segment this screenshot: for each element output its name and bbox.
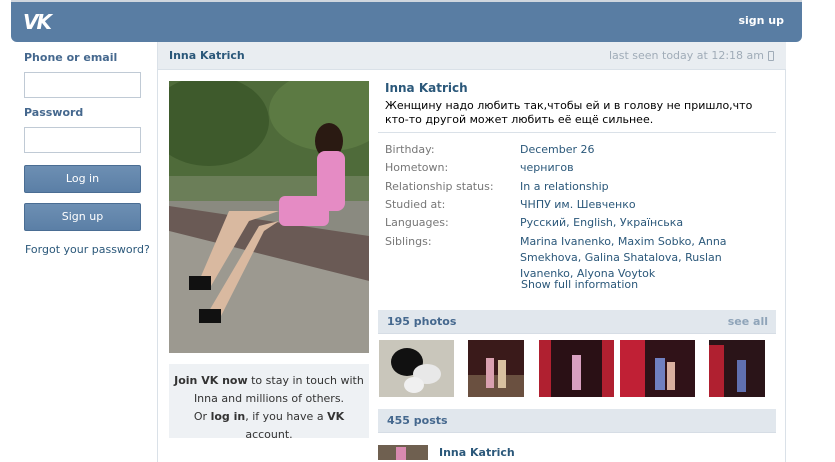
join-or: Or bbox=[193, 410, 211, 423]
top-bar: VK sign up bbox=[11, 0, 802, 42]
join-line-1-rest: to stay in touch with bbox=[247, 374, 364, 387]
posts-title[interactable]: 455 posts bbox=[387, 414, 448, 427]
info-value[interactable]: ЧНПУ им. Шевченко bbox=[520, 197, 775, 213]
posts-section-header: 455 posts bbox=[378, 409, 776, 433]
info-value[interactable]: In a relationship bbox=[520, 179, 775, 195]
join-mid: , if you have a bbox=[245, 410, 328, 423]
password-input[interactable] bbox=[24, 127, 141, 153]
login-panel: Phone or email Password Log in Sign up F… bbox=[0, 42, 157, 458]
photo-thumb[interactable] bbox=[468, 340, 524, 397]
photo-thumb[interactable] bbox=[620, 340, 695, 397]
mobile-icon bbox=[768, 51, 774, 61]
profile-status: Женщину надо любить так,чтобы ей и в гол… bbox=[385, 99, 753, 126]
info-value[interactable]: December 26 bbox=[520, 142, 775, 158]
join-login-link[interactable]: log in bbox=[211, 410, 246, 423]
join-now-text: Join VK now bbox=[174, 374, 248, 387]
password-label: Password bbox=[24, 106, 84, 119]
signup-link[interactable]: sign up bbox=[738, 14, 784, 27]
join-vk: VK bbox=[327, 410, 345, 423]
divider bbox=[378, 132, 776, 133]
vk-logo[interactable]: VK bbox=[23, 11, 57, 33]
photos-title[interactable]: 195 photos bbox=[387, 315, 456, 328]
profile-main: Inna Katrich last seen today at 12:18 am… bbox=[157, 42, 786, 462]
show-full-info-link[interactable]: Show full information bbox=[521, 278, 638, 291]
info-key: Relationship status: bbox=[385, 180, 494, 193]
last-seen: last seen today at 12:18 am bbox=[608, 49, 764, 62]
profile-header: Inna Katrich last seen today at 12:18 am bbox=[158, 42, 786, 70]
profile-photo[interactable] bbox=[169, 81, 369, 353]
signup-button[interactable]: Sign up bbox=[24, 203, 141, 231]
photos-section-header: 195 photos see all bbox=[378, 310, 776, 334]
photo-thumb[interactable] bbox=[539, 340, 614, 397]
info-key: Birthday: bbox=[385, 143, 435, 156]
join-box: Join VK now to stay in touch with Inna a… bbox=[169, 364, 369, 441]
join-line-3: Or log in, if you have a VK account. bbox=[169, 408, 369, 444]
join-line-2: Inna and millions of others. bbox=[193, 392, 345, 405]
info-value[interactable]: Marina Ivanenko, Maxim Sobko, Anna Smekh… bbox=[520, 234, 775, 282]
info-value[interactable]: Русский, English, Українська bbox=[520, 215, 775, 231]
join-end: account. bbox=[245, 428, 293, 441]
info-key: Studied at: bbox=[385, 198, 446, 211]
login-button[interactable]: Log in bbox=[24, 165, 141, 193]
phone-input[interactable] bbox=[24, 72, 141, 98]
join-line-1: Join VK now to stay in touch with bbox=[169, 372, 369, 390]
info-value[interactable]: чернигов bbox=[520, 160, 775, 176]
info-key: Languages: bbox=[385, 216, 449, 229]
info-key: Hometown: bbox=[385, 161, 449, 174]
profile-name: Inna Katrich bbox=[385, 81, 468, 95]
photo-thumb[interactable] bbox=[709, 340, 765, 397]
see-all-link[interactable]: see all bbox=[728, 315, 768, 328]
post-author-name[interactable]: Inna Katrich bbox=[439, 446, 515, 459]
phone-label: Phone or email bbox=[24, 51, 118, 64]
header-name[interactable]: Inna Katrich bbox=[169, 49, 245, 62]
info-key: Siblings: bbox=[385, 235, 432, 248]
forgot-password-link[interactable]: Forgot your password? bbox=[25, 243, 150, 256]
photo-thumb[interactable] bbox=[379, 340, 454, 397]
